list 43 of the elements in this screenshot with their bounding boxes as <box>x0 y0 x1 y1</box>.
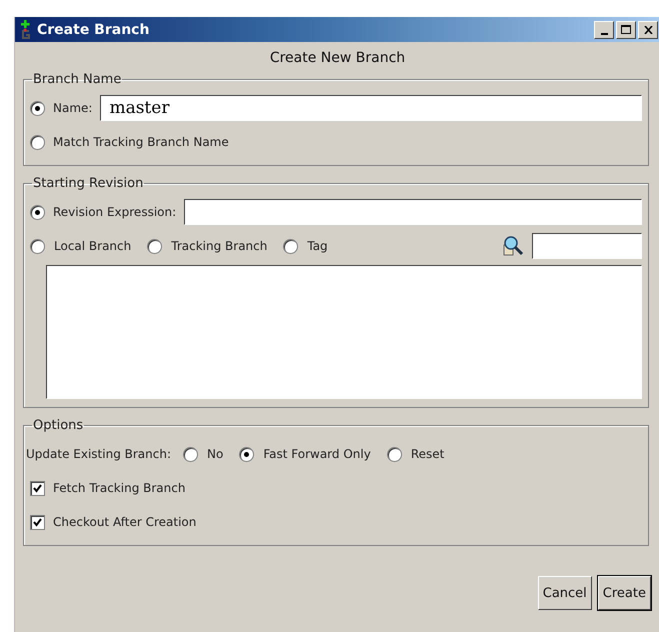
radio-button[interactable] <box>30 238 45 254</box>
maximize-button[interactable] <box>616 20 636 38</box>
radio-button[interactable] <box>283 238 298 254</box>
checkbox-label: Checkout After Creation <box>53 515 196 529</box>
radio-label: Tag <box>307 239 328 253</box>
radio-button[interactable] <box>30 134 45 150</box>
close-button[interactable] <box>638 20 658 38</box>
check-icon <box>33 518 42 526</box>
checkbox-label: Fetch Tracking Branch <box>53 481 186 495</box>
dialog-button[interactable]: Cancel <box>538 576 592 610</box>
radio-label: Revision Expression: <box>53 205 176 219</box>
maximize-icon <box>621 25 631 34</box>
radio-button[interactable] <box>183 446 198 462</box>
radio-label: Name: <box>53 101 92 115</box>
branch-icon <box>19 20 31 40</box>
group-label: Branch Name <box>32 72 122 87</box>
radio-button[interactable] <box>147 238 162 254</box>
radio-button[interactable] <box>30 204 45 220</box>
window-title: Create Branch <box>37 22 150 38</box>
radio-button[interactable] <box>386 446 402 462</box>
check-icon <box>33 484 42 492</box>
checkbox[interactable] <box>30 480 45 496</box>
name-field[interactable]: master <box>100 95 642 121</box>
radio-button[interactable] <box>30 100 45 116</box>
minimize-button[interactable] <box>594 20 614 38</box>
group-label: Starting Revision <box>32 176 144 191</box>
revision-expression-field[interactable] <box>184 199 642 225</box>
search-icon <box>502 235 524 257</box>
dialog-button[interactable]: Create <box>598 576 651 610</box>
radio-label: Reset <box>410 447 444 461</box>
radio-label: Fast Forward Only <box>263 447 371 461</box>
group-label: Options <box>32 418 84 433</box>
radio-label: Tracking Branch <box>171 239 268 253</box>
filter-field[interactable] <box>532 233 642 259</box>
minimize-icon <box>600 32 608 34</box>
update-branch-label: Update Existing Branch: <box>26 447 171 461</box>
radio-label: Local Branch <box>54 239 132 253</box>
checkbox[interactable] <box>30 514 45 530</box>
dialog-heading: Create New Branch <box>268 50 406 66</box>
radio-button[interactable] <box>239 446 254 462</box>
radio-label: Match Tracking Branch Name <box>53 135 229 149</box>
radio-label: No <box>207 447 224 461</box>
close-icon <box>644 26 652 34</box>
